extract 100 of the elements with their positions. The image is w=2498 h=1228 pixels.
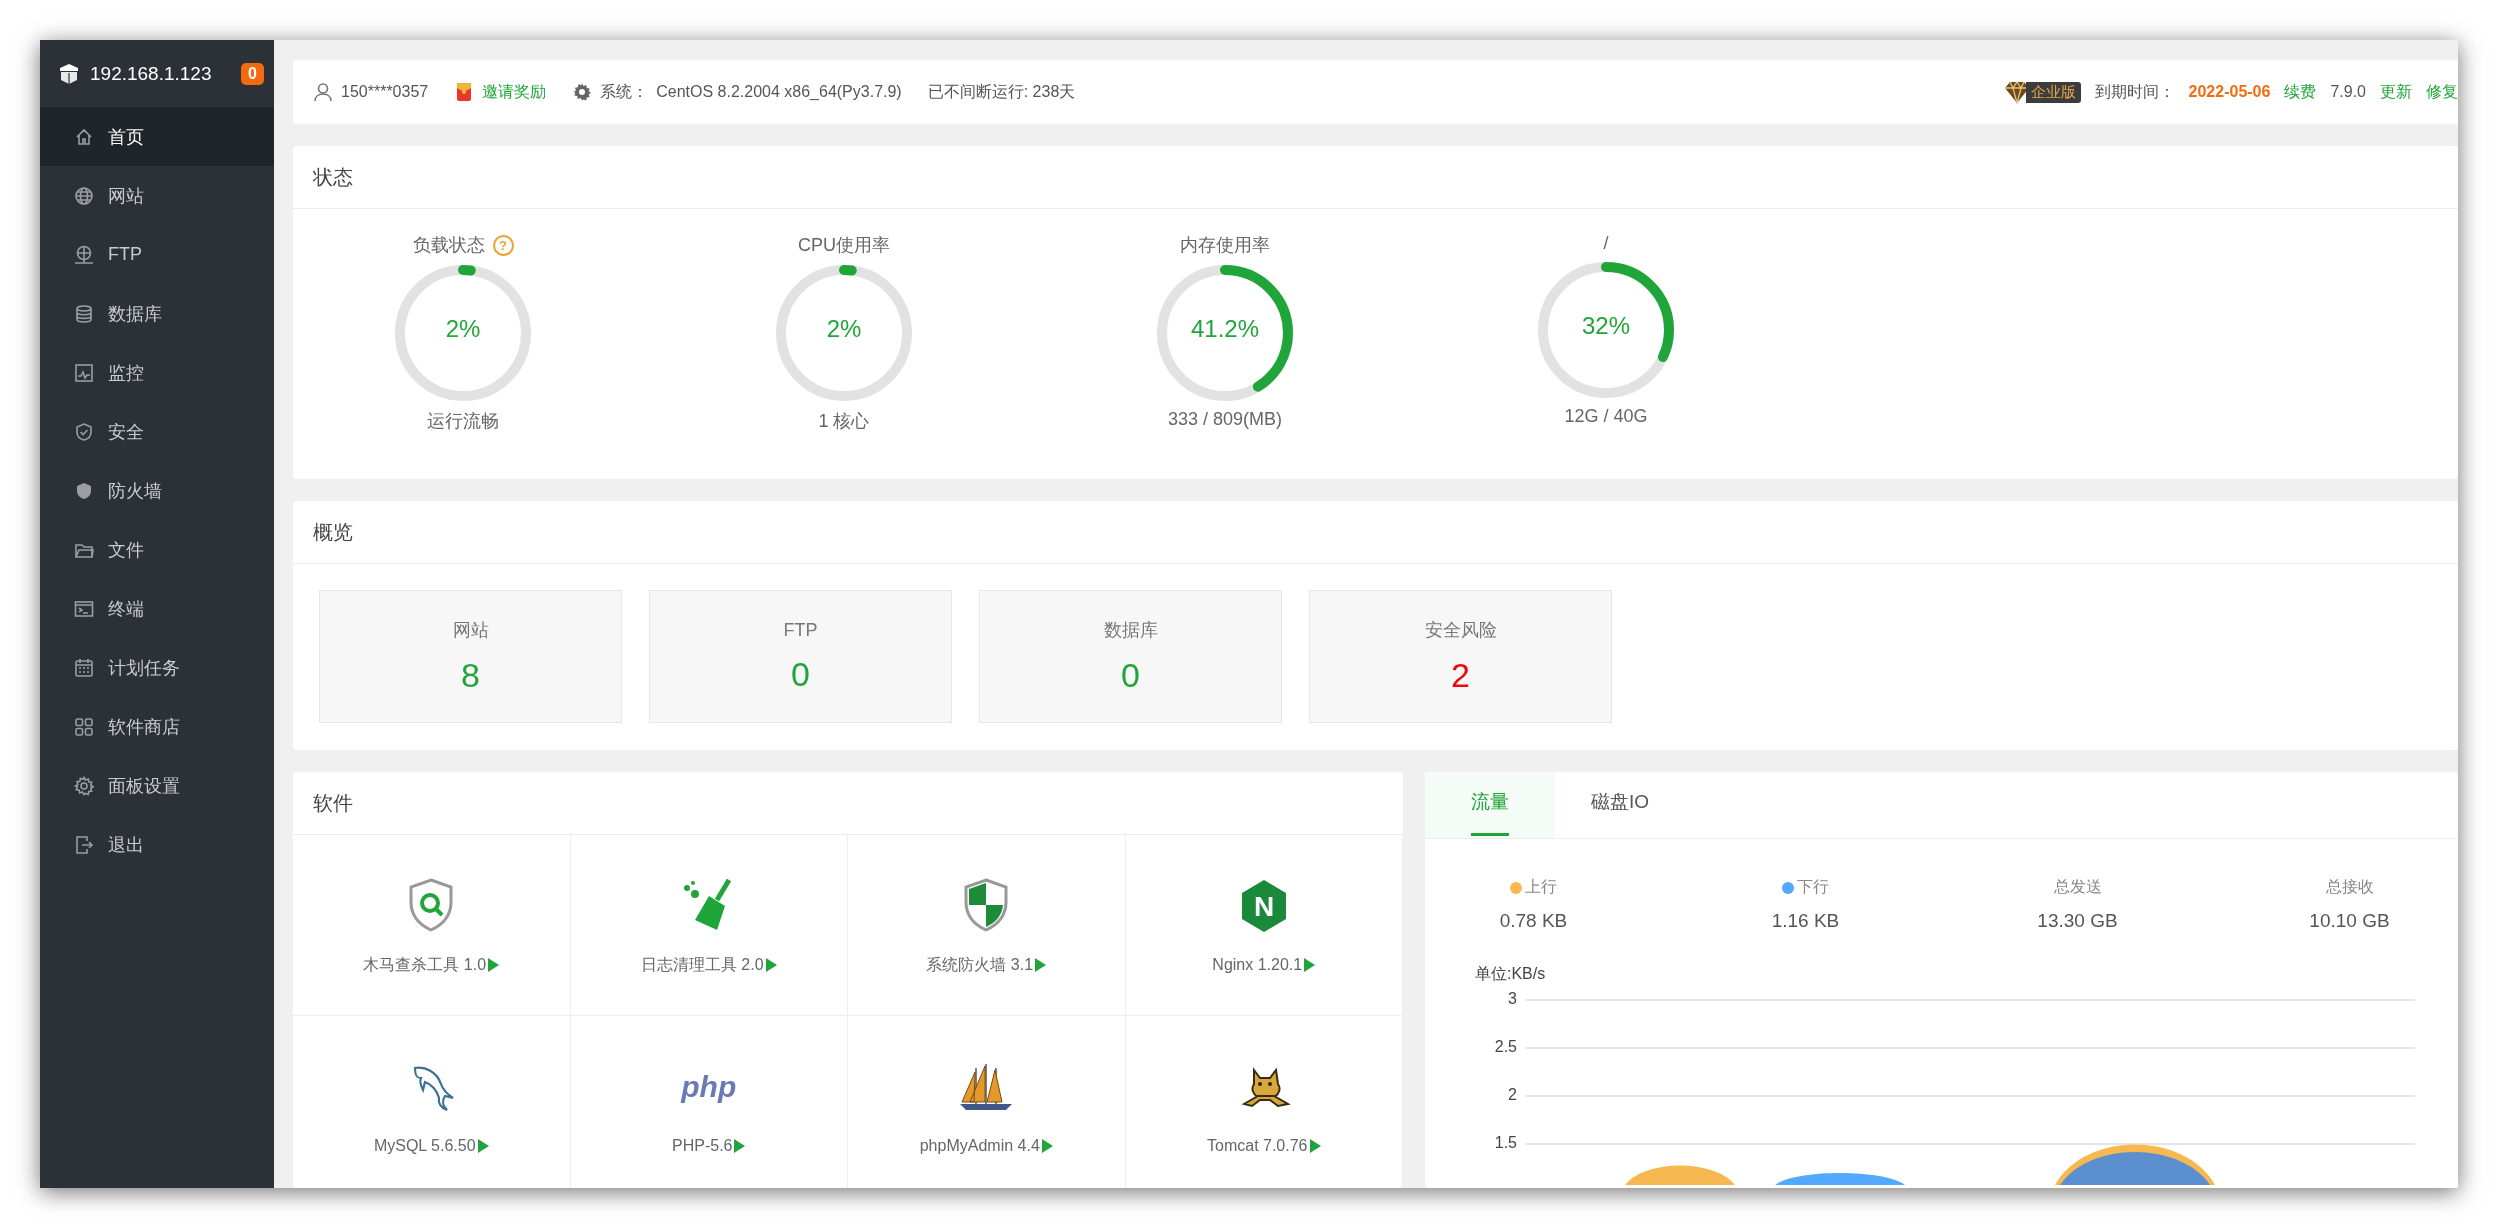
play-icon[interactable] bbox=[1309, 1139, 1321, 1153]
software-name: PHP-5.6 bbox=[672, 1137, 733, 1155]
user-account: 150****0357 bbox=[341, 83, 429, 101]
play-icon[interactable] bbox=[1041, 1139, 1053, 1153]
expiry-date: 2022-05-06 bbox=[2188, 83, 2271, 101]
overview-card[interactable]: 网站 8 bbox=[319, 590, 622, 723]
software-tile[interactable]: N Nginx 1.20.1 bbox=[1125, 835, 1403, 1016]
gauge-title: / bbox=[1603, 233, 1609, 254]
software-tile[interactable]: Tomcat 7.0.76 bbox=[1125, 1016, 1403, 1188]
sidebar-item[interactable]: 监控 bbox=[40, 343, 274, 402]
gauge-caption: 12G / 40G bbox=[1564, 406, 1648, 427]
sidebar-item[interactable]: 安全 bbox=[40, 402, 274, 461]
play-icon[interactable] bbox=[477, 1139, 489, 1153]
panel-title: 概览 bbox=[293, 501, 2458, 564]
gauge-title: 内存使用率 bbox=[1180, 234, 1270, 257]
invite-link[interactable]: 邀请奖励 bbox=[482, 81, 547, 103]
user-icon bbox=[313, 82, 333, 102]
axis-label: 3 bbox=[1508, 989, 1517, 1009]
gauge-value: 2% bbox=[825, 315, 863, 343]
sidebar-item[interactable]: 防火墙 bbox=[40, 461, 274, 520]
server-logo-icon bbox=[58, 62, 80, 85]
sidebar-item[interactable]: 文件 bbox=[40, 520, 274, 579]
software-tile[interactable]: phpMyAdmin 4.4 bbox=[848, 1016, 1126, 1188]
version-text: 7.9.0 bbox=[2330, 83, 2366, 101]
card-value: 0 bbox=[791, 654, 810, 694]
card-label: 安全风险 bbox=[1424, 619, 1497, 642]
card-value: 8 bbox=[461, 656, 480, 695]
gauge-title: CPU使用率 bbox=[798, 234, 890, 257]
shield-check-icon bbox=[74, 421, 94, 442]
terminal-icon bbox=[74, 598, 94, 619]
software-tile[interactable]: php PHP-5.6 bbox=[570, 1016, 848, 1188]
software-name: Tomcat 7.0.76 bbox=[1207, 1137, 1308, 1155]
stat-label: 上行 bbox=[1525, 877, 1557, 897]
software-name: phpMyAdmin 4.4 bbox=[919, 1137, 1040, 1155]
gear-icon bbox=[572, 82, 593, 102]
sidebar-item[interactable]: 终端 bbox=[40, 579, 274, 638]
software-name: MySQL 5.6.50 bbox=[373, 1137, 476, 1155]
software-tile[interactable]: 日志清理工具 2.0 bbox=[570, 835, 848, 1016]
axis-label: 2.5 bbox=[1494, 1037, 1517, 1057]
overview-card[interactable]: 安全风险 2 bbox=[1309, 590, 1612, 723]
database-icon bbox=[74, 303, 94, 324]
overview-card[interactable]: 数据库 0 bbox=[979, 590, 1282, 723]
card-label: FTP bbox=[783, 619, 818, 641]
panel-title: 软件 bbox=[293, 772, 1403, 835]
software-tile[interactable]: 木马查杀工具 1.0 bbox=[293, 835, 571, 1016]
software-name: 系统防火墙 3.1 bbox=[926, 954, 1034, 975]
stat-value: 0.78 KB bbox=[1499, 910, 1568, 932]
php-logo: php bbox=[681, 1070, 737, 1104]
sidebar-item[interactable]: 网站 bbox=[40, 166, 274, 225]
expiry-label: 到期时间： bbox=[2094, 81, 2175, 102]
play-icon[interactable] bbox=[1304, 958, 1316, 972]
tab[interactable]: 磁盘IO bbox=[1555, 772, 1685, 838]
update-link[interactable]: 更新 bbox=[2380, 81, 2412, 103]
calendar-icon bbox=[74, 657, 94, 678]
gauge-caption: 1 核心 bbox=[818, 410, 870, 433]
panel-title: 状态 bbox=[293, 146, 2458, 209]
play-icon[interactable] bbox=[1035, 958, 1047, 972]
stat-label: 总发送 bbox=[2053, 877, 2102, 897]
play-icon[interactable] bbox=[765, 958, 777, 972]
settings-icon bbox=[74, 775, 94, 796]
grid-icon bbox=[74, 716, 94, 737]
play-icon[interactable] bbox=[488, 958, 500, 972]
monitor-chart-icon bbox=[74, 362, 94, 383]
overview-card[interactable]: FTP 0 bbox=[649, 590, 952, 723]
renew-link[interactable]: 续费 bbox=[2284, 81, 2317, 103]
uptime-text: 已不间断运行: 238天 bbox=[927, 81, 1076, 102]
card-label: 数据库 bbox=[1103, 619, 1158, 642]
play-icon[interactable] bbox=[734, 1139, 746, 1153]
hexagon-logo: N bbox=[1239, 879, 1288, 933]
stat-value: 10.10 GB bbox=[2309, 910, 2390, 932]
tab[interactable]: 流量 bbox=[1425, 772, 1555, 838]
software-tile[interactable]: MySQL 5.6.50 bbox=[293, 1016, 571, 1188]
gauge-value: 2% bbox=[444, 315, 482, 343]
sidebar-item[interactable]: 首页 bbox=[40, 107, 274, 166]
sidebar-item[interactable]: FTP bbox=[40, 225, 274, 284]
gauge-caption: 运行流畅 bbox=[427, 410, 499, 433]
sidebar-item[interactable]: 退出 bbox=[40, 815, 274, 874]
repair-link[interactable]: 修复 bbox=[2426, 81, 2458, 103]
shield-icon bbox=[74, 480, 94, 501]
sidebar-item[interactable]: 面板设置 bbox=[40, 756, 274, 815]
stat-value: 1.16 KB bbox=[1771, 910, 1840, 932]
sidebar-item[interactable]: 软件商店 bbox=[40, 697, 274, 756]
system-info: CentOS 8.2.2004 x86_64(Py3.7.9) bbox=[656, 83, 902, 101]
software-tile[interactable]: 系统防火墙 3.1 bbox=[848, 835, 1126, 1016]
network-globe-icon bbox=[74, 244, 94, 265]
sidebar-item[interactable]: 数据库 bbox=[40, 284, 274, 343]
edition-badge: 企业版 bbox=[2025, 81, 2081, 103]
gauge-value: 32% bbox=[1580, 312, 1631, 340]
gauge-title: 负载状态 bbox=[412, 234, 485, 257]
system-label: 系统： bbox=[600, 81, 649, 102]
globe-icon bbox=[74, 185, 94, 206]
axis-label: 2 bbox=[1508, 1085, 1517, 1105]
host-address: 192.168.1.123 bbox=[90, 62, 213, 85]
card-value: 0 bbox=[1121, 656, 1140, 695]
sidebar-item[interactable]: 计划任务 bbox=[40, 638, 274, 697]
gauge-value: 41.2% bbox=[1189, 315, 1261, 343]
stat-value: 13.30 GB bbox=[2037, 910, 2118, 932]
software-name: Nginx 1.20.1 bbox=[1212, 956, 1303, 974]
gauge-caption: 333 / 809(MB) bbox=[1167, 409, 1283, 430]
chart-unit: 单位:KB/s bbox=[1475, 964, 1547, 984]
